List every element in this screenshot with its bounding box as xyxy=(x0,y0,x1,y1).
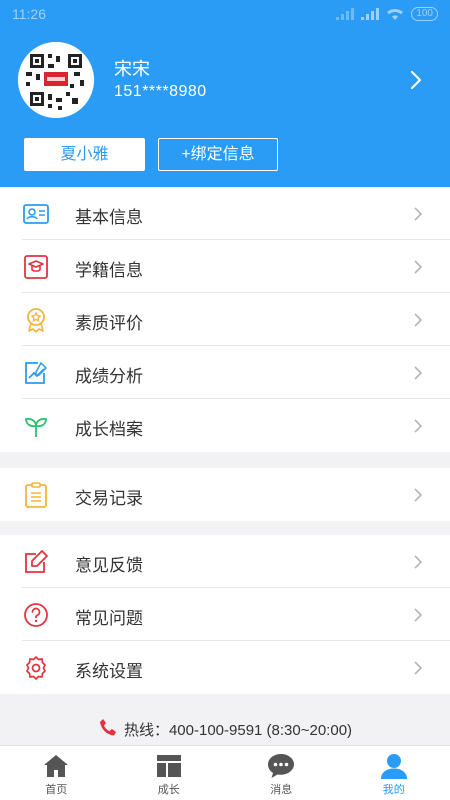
chevron-right-icon xyxy=(414,488,423,502)
question-icon xyxy=(24,603,48,627)
menu-item-basic-info[interactable]: 基本信息 xyxy=(0,187,450,240)
battery-indicator: 100 xyxy=(411,7,438,21)
user-phone: 151****8980 xyxy=(114,83,207,100)
chat-icon xyxy=(268,754,295,778)
chevron-right-icon xyxy=(414,207,423,221)
chevron-right-icon xyxy=(414,366,423,380)
nav-label: 成长 xyxy=(157,784,180,796)
home-icon xyxy=(44,755,69,777)
nav-label: 我的 xyxy=(382,784,405,796)
menu-item-settings[interactable]: 系统设置 xyxy=(0,641,450,694)
status-time: 11:26 xyxy=(12,6,46,22)
user-name: 宋宋 xyxy=(114,59,150,79)
gear-icon xyxy=(26,656,46,680)
nav-growth[interactable]: 成长 xyxy=(113,746,226,800)
user-icon xyxy=(380,754,407,779)
menu-item-label: 成长档案 xyxy=(75,420,143,439)
menu-group-profile: 基本信息 学籍信息 素质评价 成绩分析 成长档案 xyxy=(0,187,450,452)
menu-item-label: 意见反馈 xyxy=(75,556,143,575)
signal-icon xyxy=(336,8,355,20)
nav-messages[interactable]: 消息 xyxy=(225,746,338,800)
chevron-right-icon xyxy=(414,608,423,622)
graduation-icon xyxy=(24,255,48,279)
nav-label: 消息 xyxy=(270,784,293,796)
avatar[interactable] xyxy=(18,42,94,118)
nav-label: 首页 xyxy=(45,784,68,796)
edit-icon xyxy=(25,550,48,573)
hotline-text: 热线：400-100-9591 (8:30~20:00) xyxy=(123,722,353,739)
menu-item-label: 学籍信息 xyxy=(75,261,143,280)
menu-item-label: 系统设置 xyxy=(75,662,143,681)
wifi-icon xyxy=(387,8,404,20)
hotline[interactable]: 热线：400-100-9591 (8:30~20:00) xyxy=(0,718,450,740)
student-switch-button[interactable]: 夏小雅 xyxy=(24,138,145,171)
menu-item-label: 成绩分析 xyxy=(75,367,143,386)
menu-item-score-analysis[interactable]: 成绩分析 xyxy=(0,346,450,399)
menu-item-transactions[interactable]: 交易记录 xyxy=(0,468,450,521)
nav-mine[interactable]: 我的 xyxy=(338,746,450,800)
profile-arrow-icon[interactable] xyxy=(406,68,426,92)
menu-item-label: 基本信息 xyxy=(75,208,143,227)
menu-item-label: 常见问题 xyxy=(75,609,143,628)
chevron-right-icon xyxy=(414,313,423,327)
medal-icon xyxy=(27,308,45,333)
chevron-right-icon xyxy=(414,419,423,433)
sprout-icon xyxy=(25,417,47,437)
profile-header: 11:26 100 宋宋 151****8980 夏小雅 +绑定信息 xyxy=(0,0,450,187)
menu-item-growth-archive[interactable]: 成长档案 xyxy=(0,399,450,452)
status-icons: 100 xyxy=(336,7,438,21)
bind-info-button[interactable]: +绑定信息 xyxy=(158,138,278,171)
chart-icon xyxy=(25,361,48,384)
nav-home[interactable]: 首页 xyxy=(0,746,113,800)
menu-item-quality-evaluation[interactable]: 素质评价 xyxy=(0,293,450,346)
qr-avatar-image xyxy=(18,42,94,118)
menu-item-school-record[interactable]: 学籍信息 xyxy=(0,240,450,293)
menu-group-transactions: 交易记录 xyxy=(0,468,450,521)
clipboard-icon xyxy=(25,482,47,508)
layout-icon xyxy=(156,755,181,777)
menu-item-feedback[interactable]: 意见反馈 xyxy=(0,535,450,588)
menu-item-label: 素质评价 xyxy=(75,314,143,333)
signal-icon-2 xyxy=(361,8,380,20)
chevron-right-icon xyxy=(414,555,423,569)
id-card-icon xyxy=(23,204,49,224)
menu-item-faq[interactable]: 常见问题 xyxy=(0,588,450,641)
chevron-right-icon xyxy=(414,661,423,675)
menu-group-support: 意见反馈 常见问题 系统设置 xyxy=(0,535,450,694)
phone-icon xyxy=(99,719,116,736)
status-bar: 11:26 100 xyxy=(0,0,450,28)
bottom-nav: 首页 成长 消息 我的 xyxy=(0,745,450,800)
chevron-right-icon xyxy=(414,260,423,274)
menu-item-label: 交易记录 xyxy=(75,489,143,508)
